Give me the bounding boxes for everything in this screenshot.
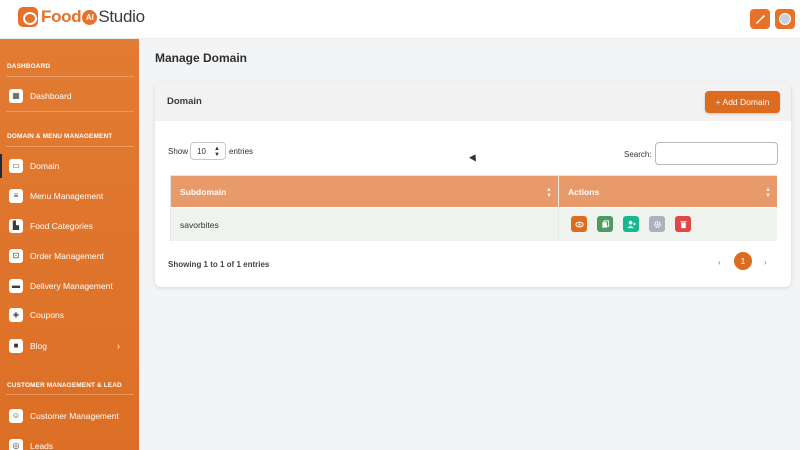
logo-icon bbox=[18, 7, 38, 27]
grid-icon: ▦ bbox=[9, 89, 23, 103]
pagination-next[interactable]: › bbox=[764, 258, 767, 267]
column-header-subdomain[interactable]: Subdomain ▲ ▼ bbox=[171, 176, 558, 207]
column-header-label: Subdomain bbox=[180, 186, 227, 197]
column-header-label: Actions bbox=[568, 186, 600, 197]
assign-user-button[interactable] bbox=[623, 216, 639, 232]
logo-text-food: Food bbox=[41, 7, 82, 26]
trash-icon bbox=[679, 220, 687, 228]
sidebar-item-label: Customer Management bbox=[30, 411, 119, 421]
show-label: Show bbox=[168, 147, 189, 156]
column-header-actions[interactable]: Actions ▲ ▼ bbox=[559, 176, 777, 207]
sidebar-item-label: Delivery Management bbox=[30, 281, 113, 291]
domain-table: Subdomain ▲ ▼ Actions ▲ ▼ savorbites bbox=[170, 175, 777, 241]
truck-icon: ▬ bbox=[9, 279, 23, 293]
target-icon: ◎ bbox=[9, 439, 23, 450]
sidebar-item-domain[interactable]: ▭ Domain bbox=[0, 154, 139, 178]
sidebar-item-label: Dashboard bbox=[30, 91, 72, 101]
cart-icon: ⊡ bbox=[9, 249, 23, 263]
user-avatar-icon bbox=[779, 13, 791, 25]
sidebar-divider bbox=[6, 394, 134, 395]
sidebar-item-delivery-management[interactable]: ▬ Delivery Management bbox=[0, 274, 139, 298]
sidebar-divider bbox=[6, 76, 134, 77]
user-plus-icon bbox=[626, 220, 636, 228]
sort-icon: ▲ ▼ bbox=[546, 187, 552, 199]
table-row: savorbites bbox=[171, 208, 558, 241]
sidebar-item-label: Order Management bbox=[30, 251, 104, 261]
sidebar-section-domain-menu: DOMAIN & MENU MANAGEMENT bbox=[7, 133, 113, 140]
entries-label: entries bbox=[229, 147, 254, 156]
sort-icon: ▲ ▼ bbox=[765, 187, 771, 199]
gear-icon bbox=[653, 220, 661, 228]
sidebar-item-label: Menu Management bbox=[30, 191, 104, 201]
settings-button[interactable] bbox=[649, 216, 665, 232]
app-logo[interactable]: Food AI Studio bbox=[18, 5, 145, 29]
sidebar-item-label: Food Categories bbox=[30, 221, 93, 231]
tag-icon: ◈ bbox=[9, 308, 23, 322]
sidebar-item-label: Coupons bbox=[30, 310, 65, 320]
top-bar: Food AI Studio bbox=[0, 0, 800, 39]
menu-icon: ≡ bbox=[9, 189, 23, 203]
pagination-prev[interactable]: ‹ bbox=[718, 258, 721, 267]
sidebar-item-menu-management[interactable]: ≡ Menu Management bbox=[0, 184, 139, 208]
subdomain-cell: savorbites bbox=[180, 219, 219, 230]
sidebar-divider bbox=[6, 146, 134, 147]
card-title: Domain bbox=[167, 96, 202, 107]
search-input[interactable] bbox=[655, 142, 778, 165]
sidebar-divider bbox=[6, 111, 134, 112]
blog-icon: ■ bbox=[9, 339, 23, 353]
eye-icon bbox=[574, 221, 584, 227]
logo-text-studio: Studio bbox=[98, 7, 145, 26]
pagination-page-1[interactable]: 1 bbox=[734, 252, 752, 270]
sidebar-section-customer-lead: CUSTOMER MANAGEMENT & LEAD bbox=[7, 382, 122, 389]
tools-button[interactable] bbox=[750, 9, 770, 29]
entries-value: 10 bbox=[197, 146, 206, 156]
actions-cell bbox=[559, 208, 777, 241]
wand-icon bbox=[755, 14, 765, 24]
logo-text-ai: AI bbox=[82, 9, 98, 25]
user-avatar-button[interactable] bbox=[775, 9, 795, 29]
copy-icon bbox=[601, 219, 609, 228]
sidebar-item-order-management[interactable]: ⊡ Order Management bbox=[0, 244, 139, 268]
search-label: Search: bbox=[624, 150, 652, 159]
sidebar-item-food-categories[interactable]: ▙ Food Categories bbox=[0, 214, 139, 238]
sidebar-item-label: Blog bbox=[30, 341, 48, 351]
select-caret-icon: ▲ ▼ bbox=[214, 146, 220, 158]
sidebar-item-dashboard[interactable]: ▦ Dashboard bbox=[0, 84, 139, 108]
categories-icon: ▙ bbox=[9, 219, 23, 233]
add-domain-button[interactable]: + Add Domain bbox=[705, 91, 780, 113]
monitor-icon: ▭ bbox=[9, 159, 23, 173]
sidebar-item-leads[interactable]: ◎ Leads bbox=[0, 434, 139, 450]
view-button[interactable] bbox=[571, 216, 587, 232]
entries-per-page-select[interactable]: 10 ▲ ▼ bbox=[190, 142, 226, 160]
page-title: Manage Domain bbox=[155, 51, 248, 65]
table-info: Showing 1 to 1 of 1 entries bbox=[168, 260, 270, 269]
delete-button[interactable] bbox=[675, 216, 691, 232]
sidebar-item-blog[interactable]: ■ Blog › bbox=[0, 334, 139, 358]
sidebar-item-coupons[interactable]: ◈ Coupons bbox=[0, 303, 139, 327]
sidebar-item-label: Domain bbox=[30, 161, 60, 171]
sidebar-item-customer-management[interactable]: ☺ Customer Management bbox=[0, 404, 139, 428]
users-icon: ☺ bbox=[9, 409, 23, 423]
sidebar-item-label: Leads bbox=[30, 441, 54, 450]
card-header: Domain + Add Domain bbox=[155, 82, 791, 121]
copy-button[interactable] bbox=[597, 216, 613, 232]
chevron-right-icon: › bbox=[117, 341, 120, 351]
domain-card: Domain + Add Domain Show 10 ▲ ▼ entries S… bbox=[155, 82, 791, 287]
sidebar: DASHBOARD ▦ Dashboard DOMAIN & MENU MANA… bbox=[0, 39, 139, 450]
sidebar-section-dashboard: DASHBOARD bbox=[7, 63, 51, 70]
